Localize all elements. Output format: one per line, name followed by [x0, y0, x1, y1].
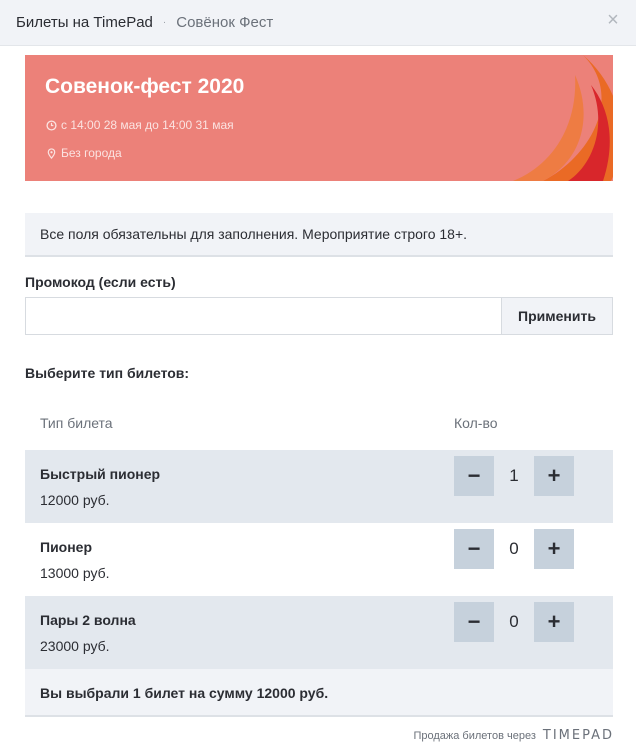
timepad-logo[interactable]: TIMEPAD	[543, 728, 614, 743]
clock-icon	[46, 119, 57, 131]
apply-promo-button[interactable]: Применить	[501, 297, 613, 335]
column-quantity: Кол-во	[454, 415, 498, 431]
increase-button[interactable]: +	[534, 456, 574, 496]
event-date: с 14:00 28 мая до 14:00 31 мая	[46, 118, 234, 132]
ticket-row: Пары 2 волна 23000 руб. − 0 +	[25, 596, 613, 669]
ticket-row: Быстрый пионер 12000 руб. − 1 +	[25, 450, 613, 523]
ticket-price: 23000 руб.	[40, 638, 110, 654]
event-place-text: Без города	[61, 146, 122, 160]
event-name: Совёнок Фест	[176, 14, 274, 31]
notice-text: Все поля обязательны для заполнения. Мер…	[40, 226, 468, 242]
decrease-button[interactable]: −	[454, 456, 494, 496]
close-icon[interactable]: ×	[602, 9, 624, 31]
powered-by-text: Продажа билетов через	[413, 729, 536, 742]
event-place: Без города	[46, 146, 122, 160]
ticket-name: Пары 2 волна	[40, 612, 136, 628]
summary-text: Вы выбрали 1 билет на сумму 12000 руб.	[40, 685, 329, 701]
quantity-stepper: − 0 +	[454, 602, 574, 642]
quantity-value: 0	[509, 612, 519, 631]
ticket-price: 13000 руб.	[40, 565, 110, 581]
breadcrumb-separator: ·	[162, 17, 167, 28]
required-fields-notice: Все поля обязательны для заполнения. Мер…	[25, 213, 613, 257]
increase-button[interactable]: +	[534, 602, 574, 642]
modal-title: Билеты на TimePad	[16, 14, 153, 31]
quantity-value: 0	[509, 539, 519, 558]
column-ticket-type: Тип билета	[40, 415, 113, 431]
ticket-row: Пионер 13000 руб. − 0 +	[25, 523, 613, 596]
ticket-table-header: Тип билета Кол-во	[25, 400, 613, 450]
event-banner: Совенок-фест 2020 с 14:00 28 мая до 14:0…	[25, 55, 613, 181]
quantity-value: 1	[509, 466, 519, 485]
flame-graphic	[513, 55, 613, 181]
promo-label: Промокод (если есть)	[25, 274, 176, 290]
modal-header: Билеты на TimePad · Совёнок Фест ×	[0, 0, 636, 46]
promo-row: Применить	[25, 297, 613, 335]
event-date-text: с 14:00 28 мая до 14:00 31 мая	[61, 118, 234, 132]
ticket-price: 12000 руб.	[40, 492, 110, 508]
ticket-name: Быстрый пионер	[40, 466, 161, 482]
decrease-button[interactable]: −	[454, 529, 494, 569]
ticket-type-heading: Выберите тип билетов:	[25, 365, 190, 381]
location-pin-icon	[47, 147, 56, 159]
quantity-stepper: − 0 +	[454, 529, 574, 569]
decrease-button[interactable]: −	[454, 602, 494, 642]
order-summary: Вы выбрали 1 билет на сумму 12000 руб.	[25, 669, 613, 717]
timepad-footer: Продажа билетов через TIMEPAD	[413, 728, 614, 743]
event-title: Совенок-фест 2020	[45, 75, 245, 98]
promo-code-input[interactable]	[25, 297, 501, 335]
increase-button[interactable]: +	[534, 529, 574, 569]
quantity-stepper: − 1 +	[454, 456, 574, 496]
ticket-name: Пионер	[40, 539, 93, 555]
